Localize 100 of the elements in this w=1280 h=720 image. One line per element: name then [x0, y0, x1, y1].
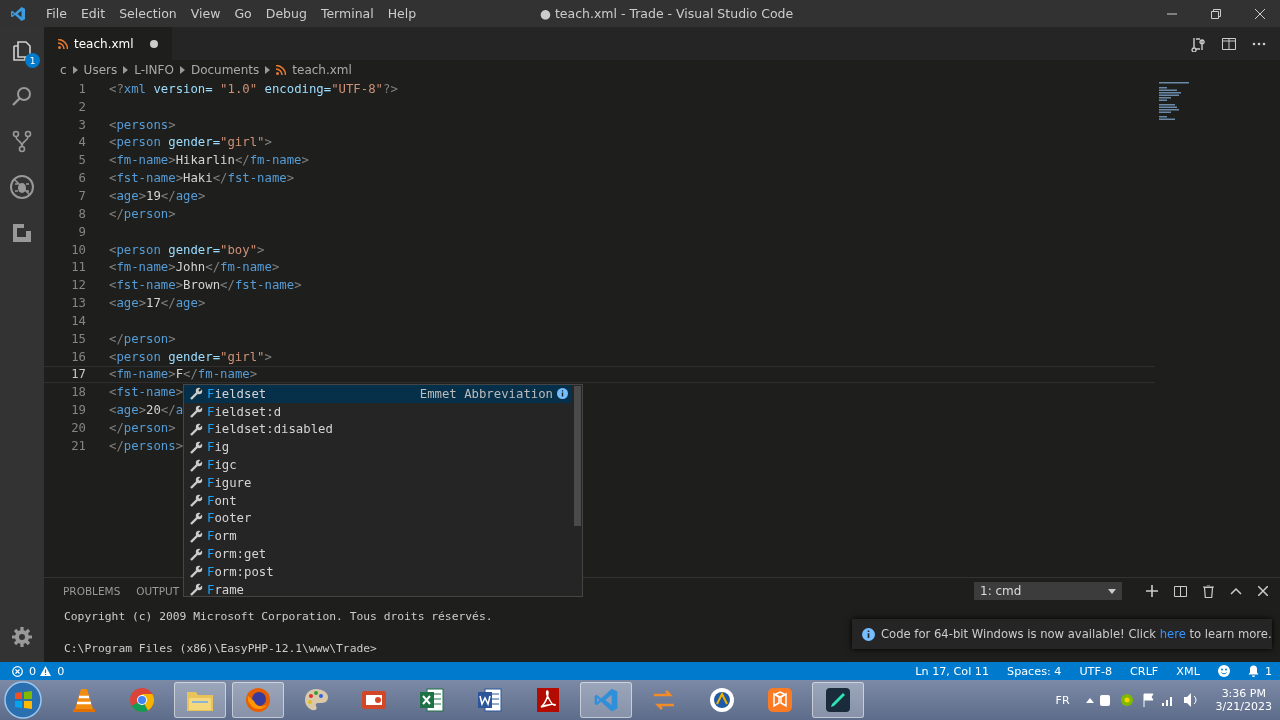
- suggestion-item[interactable]: Fieldset:d: [184, 402, 572, 421]
- panel-tab[interactable]: PROBLEMS: [63, 585, 121, 597]
- slides-icon: [361, 688, 387, 712]
- no-bug-icon[interactable]: [9, 174, 35, 200]
- info-icon[interactable]: [557, 388, 568, 400]
- split-terminal-icon[interactable]: [1174, 585, 1187, 597]
- terminal-line: C:\Program Files (x86)\EasyPHP-12.1\www\Trade>: [64, 642, 378, 657]
- line-number: 15: [70, 331, 86, 346]
- code-line: <age>20</a: [109, 403, 184, 418]
- wrench-icon: [190, 511, 203, 525]
- wrench-icon: [190, 405, 203, 419]
- start-orb-icon[interactable]: [4, 681, 42, 719]
- notification-message: Code for 64-bit Windows is now available! Click here to learn more.: [881, 627, 1272, 641]
- settings-icon[interactable]: [11, 626, 33, 648]
- suggestion-item[interactable]: Figc: [184, 456, 572, 474]
- files-icon[interactable]: [10, 39, 34, 63]
- source-control-icon[interactable]: [10, 129, 34, 153]
- traffic-cone-icon: [71, 687, 97, 713]
- tray-chevron-icon[interactable]: [1085, 697, 1094, 703]
- warning-icon[interactable]: [40, 666, 52, 676]
- panel-tab[interactable]: OUTPUT: [136, 585, 180, 597]
- suggestion-item[interactable]: Fieldset:disabled: [184, 420, 572, 439]
- status-item[interactable]: Ln 17, Col 11: [915, 664, 990, 678]
- menu-item[interactable]: Go: [227, 6, 259, 21]
- firefox-icon: [245, 687, 271, 713]
- chevron-up-icon[interactable]: [1230, 587, 1242, 595]
- line-number: 9: [77, 224, 86, 239]
- suggestion-item[interactable]: Font: [184, 491, 572, 510]
- extensions-icon[interactable]: [10, 221, 34, 245]
- wrench-icon: [190, 440, 203, 454]
- clock-date[interactable]: 3/21/2023: [1215, 700, 1272, 713]
- suggestion-item[interactable]: Form: [184, 527, 572, 546]
- smiley-icon[interactable]: [1217, 665, 1230, 677]
- clock-time[interactable]: 3:36 PM: [1221, 687, 1266, 700]
- breadcrumb-item[interactable]: L-INFO: [134, 63, 174, 77]
- suggestion-item[interactable]: Footer: [184, 509, 572, 528]
- menu-item[interactable]: View: [183, 6, 228, 21]
- close-icon[interactable]: [1255, 8, 1265, 19]
- document-icon: [477, 687, 503, 713]
- terminal-dropdown[interactable]: 1: cmd: [974, 582, 1122, 600]
- bell-icon[interactable]: [1247, 665, 1259, 677]
- line-number: 12: [70, 278, 86, 293]
- close-icon[interactable]: [1258, 586, 1268, 596]
- menu-item[interactable]: File: [39, 6, 74, 21]
- suggestion-item[interactable]: Figure: [184, 474, 572, 492]
- spreadsheet-icon: [419, 687, 445, 713]
- breadcrumb-item[interactable]: c: [60, 63, 67, 77]
- code-line: </person>: [109, 331, 176, 346]
- editor-tab[interactable]: teach.xml: [44, 27, 172, 60]
- line-number: 20: [70, 420, 86, 435]
- menu-item[interactable]: Debug: [258, 6, 314, 21]
- line-number: 2: [77, 99, 86, 114]
- arrows-icon: [652, 688, 676, 712]
- menu-item[interactable]: Edit: [73, 6, 113, 21]
- menu-item[interactable]: Terminal: [313, 6, 381, 21]
- chevron-icon: [123, 66, 129, 74]
- menu-item[interactable]: Selection: [112, 6, 184, 21]
- error-icon[interactable]: [12, 665, 23, 677]
- taskbar-button[interactable]: [232, 682, 284, 718]
- code-line: <fm-name>F</fm-name>: [109, 367, 258, 382]
- wrench-icon: [190, 547, 203, 561]
- breadcrumb-item[interactable]: Users: [83, 63, 118, 77]
- chevron-icon: [265, 66, 271, 74]
- wrench-icon: [190, 476, 203, 490]
- code-line: <persons>: [109, 117, 176, 132]
- restore-icon[interactable]: [1211, 8, 1221, 19]
- suggestion-item[interactable]: Frame: [184, 580, 572, 596]
- code-line: <fm-name>Hikarlin</fm-name>: [109, 153, 309, 168]
- status-item[interactable]: CRLF: [1130, 664, 1159, 678]
- plus-icon[interactable]: [1146, 585, 1158, 597]
- pdf-icon: [536, 687, 560, 713]
- status-item[interactable]: UTF-8: [1079, 664, 1113, 678]
- menu-item[interactable]: Help: [380, 6, 424, 21]
- line-number: 17: [70, 367, 86, 382]
- split-editor-icon[interactable]: [1222, 37, 1236, 50]
- compare-icon[interactable]: [1190, 35, 1206, 52]
- status-item[interactable]: Spaces: 4: [1007, 664, 1062, 678]
- trash-icon[interactable]: [1203, 584, 1214, 598]
- wrench-icon: [190, 494, 203, 508]
- suggestion-item[interactable]: Fieldset Emmet Abbreviation: [184, 385, 572, 403]
- more-icon[interactable]: [1252, 41, 1266, 46]
- line-number: 19: [70, 403, 86, 418]
- language-indicator[interactable]: FR: [1055, 693, 1070, 707]
- vscode-icon: [593, 687, 619, 713]
- breadcrumb-item[interactable]: teach.xml: [292, 63, 352, 77]
- scrollbar-thumb[interactable]: [574, 386, 581, 526]
- suggestion-item[interactable]: Form:post: [184, 562, 572, 581]
- code-line: <person gender="girl">: [109, 349, 272, 364]
- code-line: <age>17</age>: [109, 296, 206, 311]
- tray-icons-drawing[interactable]: [1099, 692, 1200, 708]
- suggestion-item[interactable]: Form:get: [184, 545, 572, 563]
- line-number: 8: [77, 206, 86, 221]
- status-item[interactable]: XML: [1176, 664, 1200, 678]
- taskbar-button[interactable]: [812, 682, 864, 718]
- breadcrumb-item[interactable]: Documents: [190, 63, 260, 77]
- search-icon[interactable]: [10, 84, 34, 108]
- wrench-icon: [190, 458, 203, 472]
- code-line: <fm-name>John</fm-name>: [109, 260, 280, 275]
- here-link[interactable]: here: [1159, 627, 1186, 641]
- suggestion-item[interactable]: Fig: [184, 438, 572, 457]
